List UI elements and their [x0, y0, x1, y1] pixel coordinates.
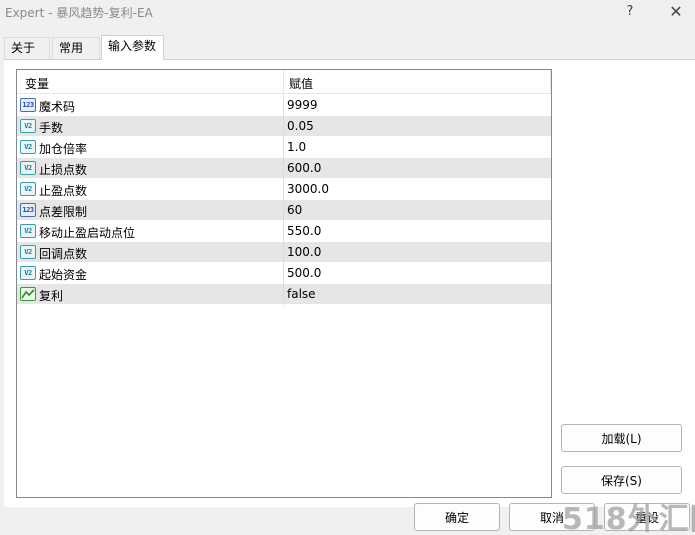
cell-divider: [283, 263, 284, 284]
save-button[interactable]: 保存(S): [561, 466, 682, 494]
bool-icon: [20, 287, 36, 301]
table-row[interactable]: V2 起始资金 500.0: [17, 263, 551, 284]
load-button[interactable]: 加载(L): [561, 424, 682, 452]
cell-divider: [283, 179, 284, 200]
ok-button[interactable]: 确定: [414, 503, 500, 531]
column-divider[interactable]: [283, 70, 284, 94]
parameter-value[interactable]: false: [287, 287, 316, 301]
close-button[interactable]: ✕: [658, 0, 694, 22]
parameter-value[interactable]: 1.0: [287, 140, 306, 154]
parameter-value[interactable]: 60: [287, 203, 302, 217]
table-row[interactable]: 复利 false: [17, 284, 551, 305]
double-icon: V2: [20, 182, 36, 196]
table-row[interactable]: V2 手数 0.05: [17, 116, 551, 137]
watermark: 518外汇网: [562, 502, 695, 535]
parameter-value[interactable]: 100.0: [287, 245, 321, 259]
cell-divider: [283, 284, 284, 305]
parameter-value[interactable]: 0.05: [287, 119, 314, 133]
parameter-name: 起始资金: [39, 268, 88, 282]
parameter-name: 点差限制: [39, 205, 88, 219]
table-row[interactable]: 123 魔术码 9999: [17, 95, 551, 116]
parameter-name: 魔术码: [39, 100, 76, 114]
parameter-value[interactable]: 9999: [287, 98, 318, 112]
double-icon: V2: [20, 119, 36, 133]
table-row[interactable]: V2 回调点数 100.0: [17, 242, 551, 263]
table-header: 变量 赋值: [17, 70, 551, 94]
cell-divider: [283, 200, 284, 221]
column-divider[interactable]: [550, 70, 551, 94]
double-icon: V2: [20, 140, 36, 154]
table-row[interactable]: 123 点差限制 60: [17, 200, 551, 221]
parameter-name: 止盈点数: [39, 184, 88, 198]
cell-divider: [283, 95, 284, 116]
parameter-value[interactable]: 600.0: [287, 161, 321, 175]
parameter-name: 加仓倍率: [39, 142, 88, 156]
table-row[interactable]: V2 加仓倍率 1.0: [17, 137, 551, 158]
title-bar: Expert - 暴风趋势-复利-EA ? ✕: [0, 0, 695, 24]
cell-divider: [283, 242, 284, 263]
double-icon: V2: [20, 224, 36, 238]
parameter-name: 复利: [39, 289, 64, 303]
help-button[interactable]: ?: [612, 0, 648, 22]
double-icon: V2: [20, 245, 36, 259]
tab-common[interactable]: 常用: [52, 37, 100, 59]
tab-input-parameters[interactable]: 输入参数: [101, 35, 164, 60]
parameter-name: 止损点数: [39, 163, 88, 177]
int-icon: 123: [20, 98, 36, 112]
parameters-table: 变量 赋值 123 魔术码 9999 V2 手数 0.05 V2 加仓倍率 1.0 V2 止损点数 6…: [16, 69, 552, 498]
window-title: Expert - 暴风趋势-复利-EA: [5, 6, 153, 20]
parameter-name: 移动止盈启动点位: [39, 226, 136, 240]
parameter-name: 回调点数: [39, 247, 88, 261]
double-icon: V2: [20, 161, 36, 175]
double-icon: V2: [20, 266, 36, 280]
table-row[interactable]: V2 移动止盈启动点位 550.0: [17, 221, 551, 242]
table-row[interactable]: V2 止损点数 600.0: [17, 158, 551, 179]
column-header-variable[interactable]: 变量: [25, 75, 49, 92]
tab-about[interactable]: 关于: [4, 37, 50, 59]
parameter-value[interactable]: 550.0: [287, 224, 321, 238]
cell-divider: [283, 221, 284, 242]
parameter-value[interactable]: 3000.0: [287, 182, 329, 196]
column-header-value[interactable]: 赋值: [289, 75, 313, 92]
cell-divider: [283, 116, 284, 137]
parameter-value[interactable]: 500.0: [287, 266, 321, 280]
cell-divider: [283, 137, 284, 158]
table-row[interactable]: V2 止盈点数 3000.0: [17, 179, 551, 200]
cell-divider: [283, 158, 284, 179]
int-icon: 123: [20, 203, 36, 217]
parameter-name: 手数: [39, 121, 64, 135]
